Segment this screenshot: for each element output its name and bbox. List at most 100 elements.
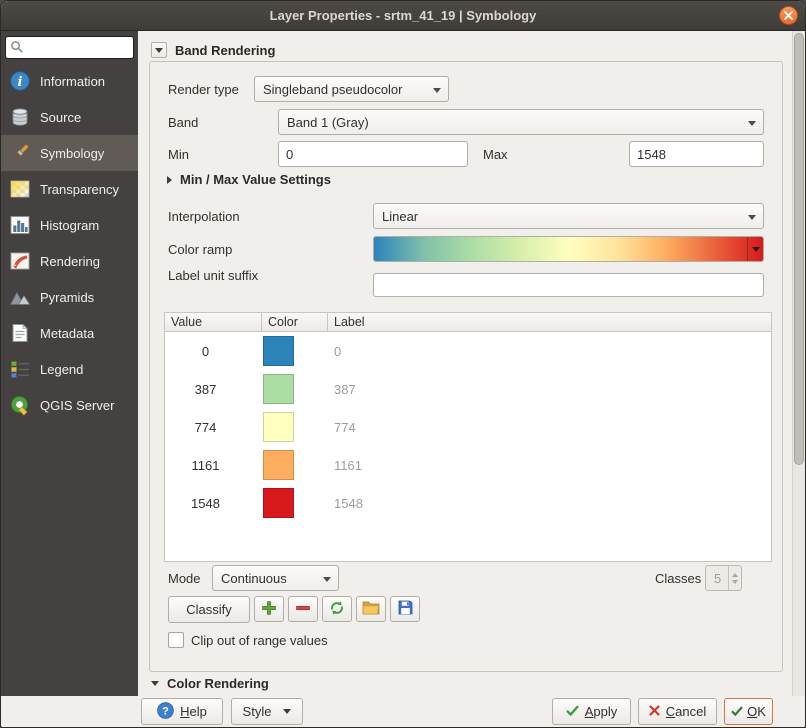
sidebar-item-rendering[interactable]: Rendering: [1, 243, 138, 279]
max-input[interactable]: [629, 141, 764, 167]
svg-text:?: ?: [162, 705, 169, 717]
apply-button-label: Apply: [585, 704, 618, 719]
table-row[interactable]: 1548 1548: [165, 484, 771, 522]
chevron-down-icon[interactable]: [747, 237, 763, 261]
interpolation-dropdown[interactable]: Linear: [373, 203, 764, 229]
table-body: 0 0 387 387 774 774 116: [165, 332, 771, 522]
color-swatch[interactable]: [263, 374, 294, 404]
color-swatch[interactable]: [263, 336, 294, 366]
color-swatch[interactable]: [263, 412, 294, 442]
sidebar-item-label: Information: [40, 74, 105, 89]
sidebar-item-information[interactable]: i Information: [1, 63, 138, 99]
cancel-button-label: Cancel: [666, 704, 706, 719]
help-button[interactable]: ? Help: [141, 698, 223, 725]
color-ramp-preview: [374, 237, 763, 261]
metadata-icon: [9, 322, 31, 344]
render-type-dropdown[interactable]: Singleband pseudocolor: [254, 76, 449, 102]
clip-out-of-range-checkbox[interactable]: [168, 632, 184, 648]
collapse-arrow-icon[interactable]: [151, 42, 167, 58]
column-header-label[interactable]: Label: [328, 313, 771, 332]
min-label: Min: [168, 147, 189, 162]
refresh-icon: [329, 600, 345, 619]
mode-dropdown[interactable]: Continuous: [212, 565, 339, 591]
table-row[interactable]: 387 387: [165, 370, 771, 408]
histogram-icon: [9, 214, 31, 236]
cell-value: 387: [165, 382, 262, 397]
titlebar[interactable]: Layer Properties - srtm_41_19 | Symbolog…: [1, 1, 805, 31]
refresh-button[interactable]: [322, 596, 352, 622]
classes-value: 5: [714, 571, 721, 586]
sidebar-item-histogram[interactable]: Histogram: [1, 207, 138, 243]
search-input[interactable]: [26, 41, 129, 55]
clip-out-of-range-label: Clip out of range values: [191, 633, 328, 648]
table-row[interactable]: 1161 1161: [165, 446, 771, 484]
color-ramp-dropdown[interactable]: [373, 236, 764, 262]
sidebar-item-transparency[interactable]: Transparency: [1, 171, 138, 207]
sidebar-item-label: QGIS Server: [40, 398, 114, 413]
sidebar-search[interactable]: [5, 36, 134, 59]
mode-label: Mode: [168, 571, 201, 586]
label-unit-suffix-input[interactable]: [373, 273, 764, 297]
save-icon: [398, 600, 413, 618]
table-row[interactable]: 0 0: [165, 332, 771, 370]
remove-value-button[interactable]: [288, 596, 318, 622]
max-label: Max: [483, 147, 508, 162]
load-color-map-button[interactable]: [356, 596, 386, 622]
color-ramp-label: Color ramp: [168, 242, 232, 257]
close-button[interactable]: [779, 6, 798, 25]
color-swatch[interactable]: [263, 450, 294, 480]
folder-icon: [362, 600, 380, 618]
help-button-label: Help: [180, 704, 207, 719]
qgis-server-icon: [9, 394, 31, 416]
ok-check-icon: [731, 704, 743, 719]
color-rendering-header[interactable]: Color Rendering: [151, 676, 269, 691]
interpolation-value: Linear: [382, 209, 418, 224]
color-swatch[interactable]: [263, 488, 294, 518]
footer: ? Help Style Apply Cancel OK: [1, 696, 805, 727]
style-button[interactable]: Style: [231, 698, 303, 725]
band-dropdown[interactable]: Band 1 (Gray): [278, 109, 764, 135]
cancel-button[interactable]: Cancel: [638, 698, 717, 725]
sidebar-item-pyramids[interactable]: Pyramids: [1, 279, 138, 315]
classify-button-label: Classify: [186, 602, 232, 617]
sidebar-item-source[interactable]: Source: [1, 99, 138, 135]
info-icon: i: [9, 70, 31, 92]
sidebar-item-metadata[interactable]: Metadata: [1, 315, 138, 351]
sidebar-item-label: Histogram: [40, 218, 99, 233]
layer-properties-dialog: Layer Properties - srtm_41_19 | Symbolog…: [0, 0, 806, 728]
apply-button[interactable]: Apply: [552, 698, 631, 725]
sidebar-item-label: Source: [40, 110, 81, 125]
min-max-settings-header[interactable]: Min / Max Value Settings: [167, 172, 331, 187]
cell-value: 1161: [165, 458, 262, 473]
table-row[interactable]: 774 774: [165, 408, 771, 446]
sidebar-item-qgis-server[interactable]: QGIS Server: [1, 387, 138, 423]
cell-label: 1548: [328, 496, 771, 511]
sidebar-items: i Information Source Symbology: [1, 63, 138, 423]
ok-button[interactable]: OK: [724, 698, 773, 725]
rendering-icon: [9, 250, 31, 272]
spinner-arrows-icon: [728, 566, 741, 590]
svg-text:i: i: [18, 75, 23, 90]
add-value-button[interactable]: [254, 596, 284, 622]
band-rendering-header[interactable]: Band Rendering: [151, 42, 275, 58]
sidebar-item-label: Rendering: [40, 254, 100, 269]
ok-button-label: OK: [747, 704, 766, 719]
mode-value: Continuous: [221, 571, 287, 586]
band-rendering-frame: Render type Singleband pseudocolor Band …: [149, 61, 783, 672]
cell-label: 0: [328, 344, 771, 359]
min-input[interactable]: [278, 141, 468, 167]
sidebar-item-symbology[interactable]: Symbology: [1, 135, 138, 171]
save-color-map-button[interactable]: [390, 596, 420, 622]
transparency-icon: [9, 178, 31, 200]
search-icon: [10, 40, 23, 56]
classification-table: Value Color Label 0 0 387 387: [164, 312, 772, 562]
cell-value: 0: [165, 344, 262, 359]
sidebar-item-label: Symbology: [40, 146, 104, 161]
classify-button[interactable]: Classify: [168, 596, 250, 623]
sidebar-item-legend[interactable]: Legend: [1, 351, 138, 387]
band-value: Band 1 (Gray): [287, 115, 369, 130]
column-header-value[interactable]: Value: [165, 313, 262, 332]
scrollbar-thumb[interactable]: [794, 33, 804, 465]
column-header-color[interactable]: Color: [262, 313, 328, 332]
render-type-label: Render type: [168, 82, 239, 97]
